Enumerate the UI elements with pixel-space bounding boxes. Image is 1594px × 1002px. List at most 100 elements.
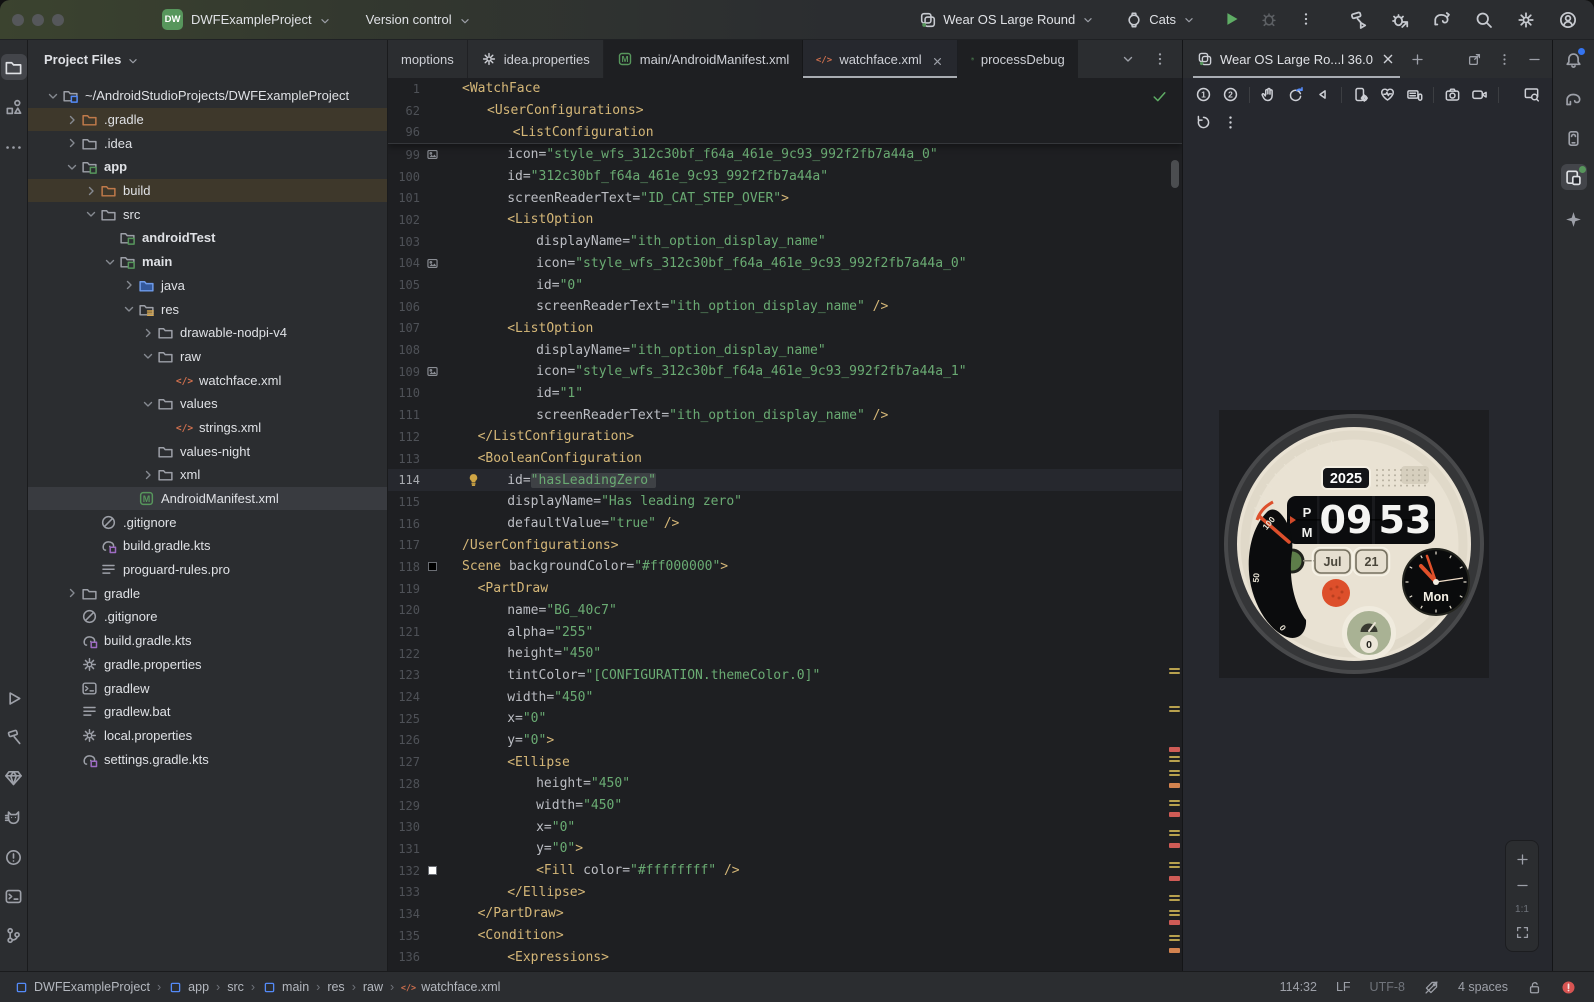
- tree-item[interactable]: M AndroidManifest.xml: [28, 486, 387, 511]
- minimize-icon[interactable]: [1527, 51, 1542, 67]
- tree-item[interactable]: </> watchface.xml: [28, 368, 387, 392]
- tree-item[interactable]: gradle.properties: [28, 653, 387, 677]
- code-editor[interactable]: 1 <WatchFace 62 <UserConfigurations> 96 <List…: [388, 78, 1182, 971]
- heartPulse-button[interactable]: [1379, 86, 1396, 104]
- stripe-warning-mark[interactable]: [1169, 706, 1180, 708]
- two-button[interactable]: 2: [1222, 86, 1239, 104]
- code-line[interactable]: 109 icon="style_wfs_312c30bf_f64a_461e_9c…: [388, 361, 1182, 383]
- stripe-error-mark[interactable]: [1169, 876, 1180, 881]
- intention-bulb-icon[interactable]: [466, 472, 481, 487]
- code-line[interactable]: 126 y="0">: [388, 730, 1182, 752]
- zoom-out-icon[interactable]: [1515, 877, 1530, 895]
- tree-item[interactable]: drawable-nodpi-v4: [28, 321, 387, 345]
- reset-button[interactable]: [1195, 114, 1212, 132]
- screenSearch-button[interactable]: [1523, 86, 1540, 104]
- gemini-icon[interactable]: [1561, 206, 1587, 232]
- stripe-error-mark[interactable]: [1169, 747, 1180, 752]
- tree-item[interactable]: src: [28, 202, 387, 226]
- tree-item[interactable]: .idea: [28, 131, 387, 155]
- logcat-icon[interactable]: [1, 804, 27, 830]
- code-line[interactable]: 120 name="BG_40c7": [388, 600, 1182, 622]
- highlighting-level-icon[interactable]: [1424, 979, 1439, 994]
- tree-item[interactable]: .gradle: [28, 107, 387, 132]
- one-button[interactable]: 1: [1195, 86, 1212, 104]
- build-tools-icon[interactable]: [1348, 10, 1368, 30]
- tree-item[interactable]: raw: [28, 345, 387, 369]
- indent-size[interactable]: 4 spaces: [1458, 980, 1508, 994]
- code-line[interactable]: 124 width="450": [388, 686, 1182, 708]
- kebab-menu-icon[interactable]: [1497, 51, 1512, 67]
- code-line[interactable]: 130 x="0": [388, 816, 1182, 838]
- tree-item[interactable]: values-night: [28, 439, 387, 463]
- stripe-warning-mark[interactable]: [1169, 895, 1180, 897]
- tree-item[interactable]: xml: [28, 463, 387, 487]
- tree-item[interactable]: settings.gradle.kts: [28, 747, 387, 771]
- more-actions-button[interactable]: [1298, 10, 1314, 28]
- breadcrumb[interactable]: res: [327, 980, 344, 994]
- debug-button[interactable]: [1260, 10, 1278, 28]
- palm-button[interactable]: [1260, 86, 1277, 104]
- keyboard-button[interactable]: [1406, 86, 1423, 104]
- inspections-ok-icon[interactable]: [1151, 88, 1168, 105]
- rotate-button[interactable]: [1287, 86, 1304, 104]
- code-line[interactable]: 125 x="0": [388, 708, 1182, 730]
- tree-item[interactable]: local.properties: [28, 724, 387, 748]
- readonly-toggle-icon[interactable]: [1527, 979, 1542, 994]
- stripe-info-mark[interactable]: [1169, 783, 1180, 788]
- project-menu[interactable]: DWFExampleProject: [191, 12, 332, 27]
- code-line[interactable]: 108 displayName="ith_option_display_name": [388, 339, 1182, 361]
- tree-item[interactable]: build.gradle.kts: [28, 629, 387, 653]
- tree-item[interactable]: .gitignore: [28, 510, 387, 534]
- build-tool-icon[interactable]: [1, 724, 27, 750]
- notifications-bell-icon[interactable]: [1561, 47, 1587, 73]
- editor-tab[interactable]: MprocessDebug: [957, 40, 1078, 78]
- code-line[interactable]: 132 <Fill color="#ffffffff" />: [388, 860, 1182, 882]
- code-line[interactable]: 106 screenReaderText="ith_option_display_…: [388, 296, 1182, 318]
- add-device-icon[interactable]: [1410, 51, 1425, 67]
- breadcrumb[interactable]: main: [262, 980, 309, 995]
- code-line[interactable]: 119 <PartDraw: [388, 578, 1182, 600]
- stripe-warning-mark[interactable]: [1169, 862, 1180, 864]
- running-devices-icon[interactable]: [1560, 164, 1587, 190]
- breadcrumb[interactable]: raw: [363, 980, 383, 994]
- version-control-icon[interactable]: [1, 922, 27, 948]
- open-in-window-icon[interactable]: [1467, 51, 1482, 67]
- tree-item[interactable]: proguard-rules.pro: [28, 558, 387, 582]
- editor-tab[interactable]: Mmain/AndroidManifest.xml: [603, 40, 804, 78]
- close-icon[interactable]: [1380, 51, 1396, 68]
- code-line[interactable]: 99 icon="style_wfs_312c30bf_f64a_461e_9c9…: [388, 144, 1182, 166]
- settings-gear-icon[interactable]: [1516, 10, 1536, 30]
- tab-options-kebab[interactable]: [1152, 50, 1168, 68]
- tree-item[interactable]: java: [28, 274, 387, 298]
- code-line[interactable]: 102 <ListOption: [388, 209, 1182, 231]
- code-line[interactable]: 129 width="450": [388, 795, 1182, 817]
- more-tools-icon[interactable]: [1, 134, 27, 160]
- breadcrumb[interactable]: src: [227, 980, 244, 994]
- breadcrumb[interactable]: </> watchface.xml: [401, 980, 500, 995]
- gem-tool-icon[interactable]: [1, 764, 27, 790]
- code-line[interactable]: 105 id="0": [388, 274, 1182, 296]
- code-line[interactable]: 122 height="450": [388, 643, 1182, 665]
- code-line[interactable]: 104 icon="style_wfs_312c30bf_f64a_461e_9c…: [388, 253, 1182, 275]
- tree-item[interactable]: values: [28, 392, 387, 416]
- fit-screen-icon[interactable]: [1515, 924, 1530, 942]
- code-line[interactable]: 113 <BooleanConfiguration: [388, 448, 1182, 470]
- video-button[interactable]: [1471, 86, 1488, 104]
- code-line[interactable]: 128 height="450": [388, 773, 1182, 795]
- code-line[interactable]: 114 id="hasLeadingZero": [388, 469, 1182, 492]
- stripe-error-mark[interactable]: [1169, 843, 1180, 848]
- backTri-button[interactable]: [1314, 86, 1331, 104]
- code-line[interactable]: 110 id="1": [388, 383, 1182, 405]
- tree-item[interactable]: gradlew.bat: [28, 700, 387, 724]
- profile-avatar-icon[interactable]: [1558, 10, 1578, 30]
- resource-manager-icon[interactable]: [1, 94, 27, 120]
- editor-tab[interactable]: moptions: [388, 40, 468, 78]
- stripe-info-mark[interactable]: [1169, 948, 1180, 953]
- stripe-warning-mark[interactable]: [1169, 756, 1180, 758]
- code-line[interactable]: 107 <ListOption: [388, 318, 1182, 340]
- editor-tab[interactable]: </> watchface.xml: [803, 40, 958, 78]
- run-button[interactable]: [1222, 10, 1240, 28]
- caret-position[interactable]: 114:32: [1280, 980, 1317, 994]
- tree-item[interactable]: build: [28, 178, 387, 203]
- stripe-warning-mark[interactable]: [1169, 668, 1180, 670]
